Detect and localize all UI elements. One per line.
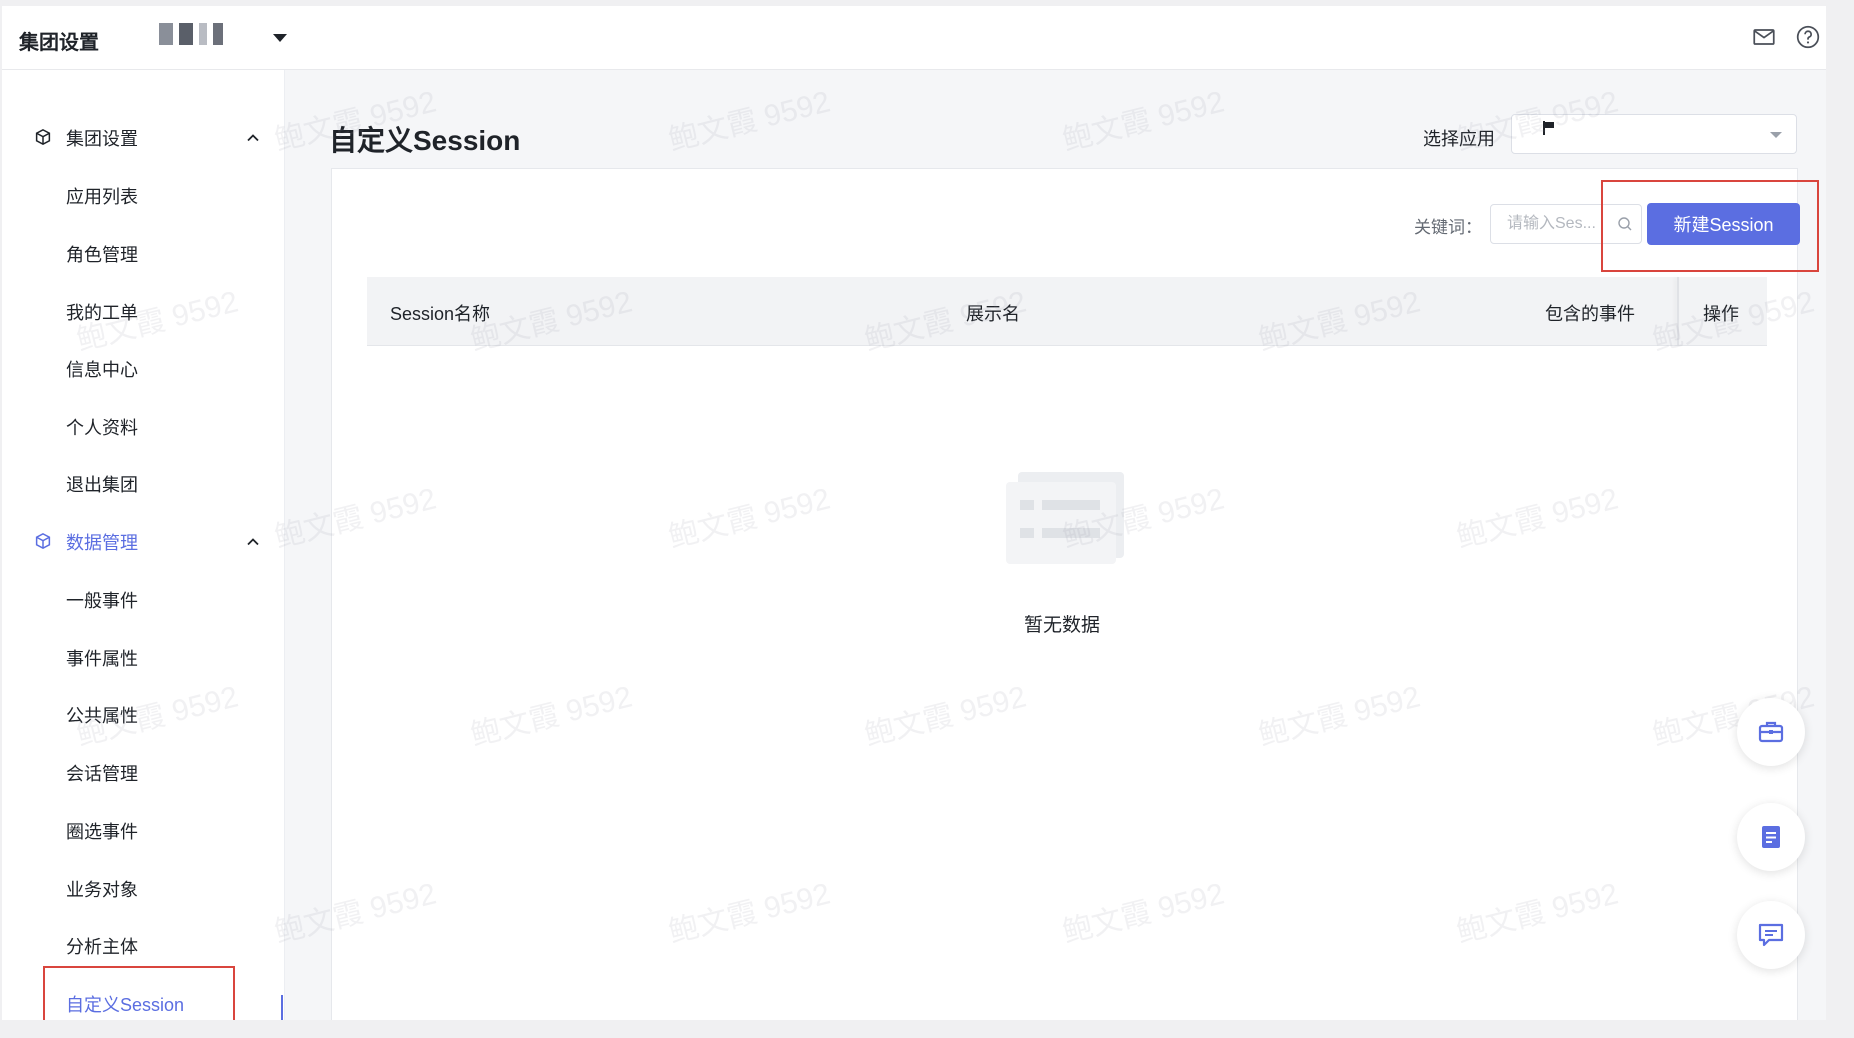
column-header-display-name[interactable]: 展示名 <box>966 300 1020 326</box>
chevron-up-icon[interactable] <box>245 130 261 146</box>
chat-button[interactable] <box>1737 901 1805 969</box>
document-button[interactable] <box>1737 803 1805 871</box>
sidebar-item-message-center[interactable]: 信息中心 <box>66 355 138 385</box>
org-switch-caret-icon[interactable] <box>273 34 287 42</box>
sidebar-item-session-management[interactable]: 会话管理 <box>66 759 138 789</box>
app-select-label: 选择应用 <box>1423 129 1495 149</box>
chat-icon <box>1758 923 1784 947</box>
sidebar-item-business-objects[interactable]: 业务对象 <box>66 875 138 905</box>
sidebar-item-app-list[interactable]: 应用列表 <box>66 182 138 212</box>
sidebar-group-label: 集团设置 <box>66 129 138 149</box>
column-header-actions: 操作 <box>1703 304 1739 324</box>
column-header-included-events[interactable]: 包含的事件 <box>1545 300 1635 326</box>
main-content: 自定义Session 选择应用 关键词： 新建Session Session名称… <box>285 70 1826 1020</box>
sidebar-item-circle-select-events[interactable]: 圈选事件 <box>66 817 138 847</box>
cube-icon <box>35 129 51 145</box>
session-card: 关键词： 新建Session Session名称 展示名 包含的事件 操作 <box>331 168 1800 1020</box>
sidebar-group-label: 数据管理 <box>66 533 138 553</box>
top-bar: 集团设置 <box>2 6 1826 70</box>
app-select[interactable] <box>1511 114 1797 154</box>
document-icon <box>1762 826 1780 848</box>
sidebar-item-event-attributes[interactable]: 事件属性 <box>66 644 138 674</box>
sidebar-group-org-settings[interactable]: 集团设置 <box>2 118 284 158</box>
sidebar-active-indicator <box>281 995 283 1020</box>
mail-icon[interactable] <box>1751 24 1777 50</box>
sidebar-item-role-management[interactable]: 角色管理 <box>66 240 138 270</box>
sidebar: 集团设置 应用列表 角色管理 我的工单 信息中心 个人资料 退出集团 数据管理 … <box>2 70 285 1020</box>
app-window: 集团设置 集团设置 应用列表 角色管理 我的工单 信息中心 个人资料 退出集团 … <box>2 6 1826 1020</box>
cube-icon <box>35 533 51 549</box>
toolbox-icon <box>1758 721 1784 743</box>
empty-data-illustration <box>1006 472 1124 564</box>
sidebar-group-data-management[interactable]: 数据管理 <box>2 522 284 562</box>
fixed-column-divider <box>1677 277 1679 345</box>
toolbox-button[interactable] <box>1737 698 1805 766</box>
page-title: 自定义Session <box>329 125 521 156</box>
highlight-box-new-button <box>1601 180 1819 272</box>
chevron-up-icon[interactable] <box>245 534 261 550</box>
keyword-label: 关键词： <box>1414 218 1482 237</box>
topbar-title: 集团设置 <box>19 32 99 54</box>
sidebar-item-leave-org[interactable]: 退出集团 <box>66 470 138 500</box>
select-arrow-icon <box>1770 132 1782 138</box>
sidebar-item-general-events[interactable]: 一般事件 <box>66 586 138 616</box>
org-name-redacted[interactable] <box>159 23 223 45</box>
table-header: Session名称 展示名 包含的事件 操作 <box>367 277 1767 346</box>
flag-icon <box>1543 121 1554 135</box>
highlight-box-sidebar <box>43 966 235 1020</box>
empty-state-text: 暂无数据 <box>1024 615 1101 636</box>
sidebar-item-public-attributes[interactable]: 公共属性 <box>66 701 138 731</box>
column-header-session-name[interactable]: Session名称 <box>390 300 490 326</box>
sidebar-item-my-tickets[interactable]: 我的工单 <box>66 298 138 328</box>
sidebar-item-profile[interactable]: 个人资料 <box>66 413 138 443</box>
help-icon[interactable] <box>1795 24 1821 50</box>
sidebar-item-analysis-subject[interactable]: 分析主体 <box>66 932 138 962</box>
